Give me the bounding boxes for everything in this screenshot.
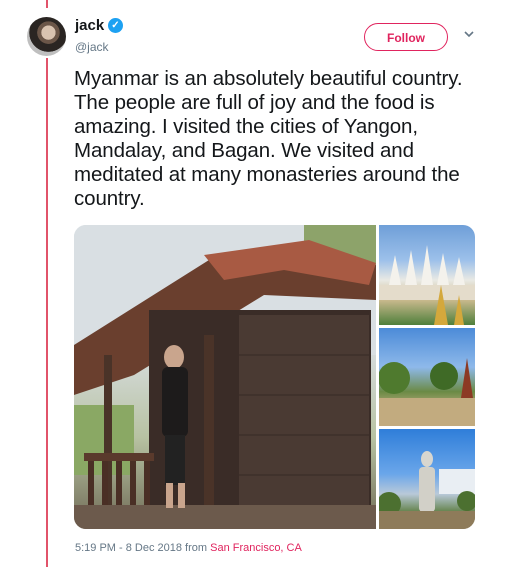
photo-temple-trees-illustration xyxy=(379,358,475,426)
photo-hut[interactable] xyxy=(74,225,376,529)
photo-temple-trees[interactable] xyxy=(379,328,475,426)
photo-pagodas-illustration xyxy=(379,245,475,325)
chevron-down-icon[interactable] xyxy=(463,28,475,40)
thread-line xyxy=(46,58,48,567)
thread-line-top xyxy=(46,0,48,8)
location-link[interactable]: San Francisco, CA xyxy=(210,542,302,554)
user-name[interactable]: jack xyxy=(75,17,104,34)
timestamp[interactable]: 5:19 PM - 8 Dec 2018 from xyxy=(75,542,210,554)
avatar[interactable] xyxy=(27,17,66,56)
follow-button[interactable]: Follow xyxy=(364,23,448,51)
photo-hut-illustration xyxy=(74,225,376,529)
tweet-text: Myanmar is an absolutely beautiful count… xyxy=(74,67,463,210)
photo-statue[interactable] xyxy=(379,429,475,529)
verified-badge-icon: ✓ xyxy=(108,18,123,33)
tweet-meta: 5:19 PM - 8 Dec 2018 from San Francisco,… xyxy=(75,542,302,554)
photo-pagodas[interactable] xyxy=(379,225,475,325)
user-handle[interactable]: @jack xyxy=(75,40,109,54)
photo-statue-illustration xyxy=(379,451,475,529)
media-grid xyxy=(74,225,475,529)
